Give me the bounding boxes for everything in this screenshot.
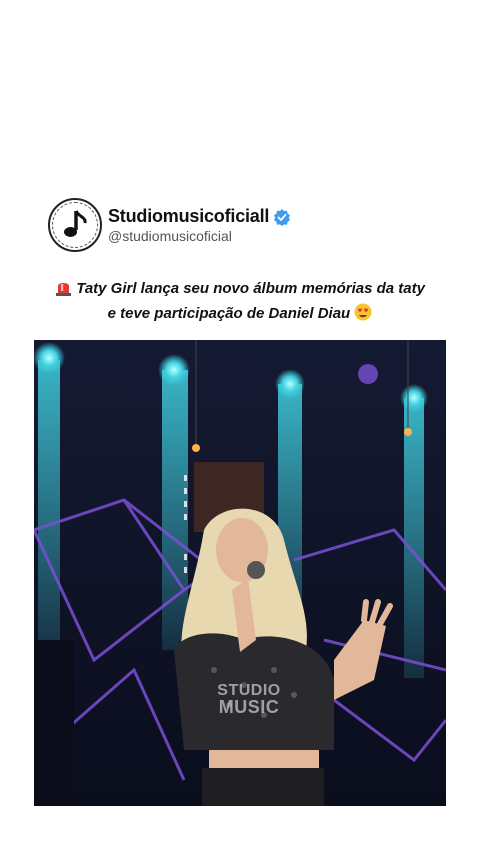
avatar[interactable] — [48, 198, 102, 252]
account-display-name[interactable]: Studiomusicoficiall — [108, 206, 269, 227]
caption-line-2: e teve participação de Daniel Diau — [107, 305, 351, 322]
verified-badge-icon — [273, 208, 291, 226]
video-watermark: STUDIO MUSIC — [204, 682, 294, 716]
siren-icon — [55, 279, 72, 303]
video-player[interactable]: STUDIO MUSIC — [34, 340, 446, 806]
music-note-icon — [64, 210, 87, 237]
post-header: Studiomusicoficiall @studiomusicoficial — [48, 198, 291, 252]
concert-video-frame — [34, 340, 446, 806]
account-handle[interactable]: @studiomusicoficial — [108, 228, 291, 244]
watermark-line-2: MUSIC — [218, 697, 280, 717]
post-caption: Taty Girl lança seu novo álbum memórias … — [30, 278, 450, 328]
account-names: Studiomusicoficiall @studiomusicoficial — [108, 206, 291, 244]
smiling-face-with-heart-eyes-icon — [354, 303, 372, 328]
caption-line-1: Taty Girl lança seu novo álbum memórias … — [76, 280, 425, 297]
